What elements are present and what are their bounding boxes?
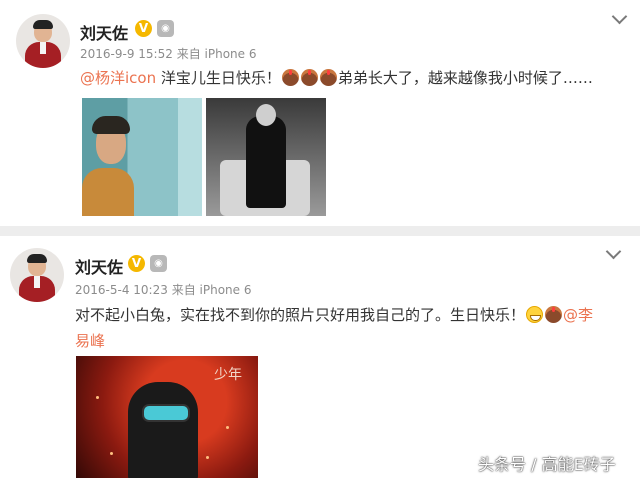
- member-level-icon: ◉: [157, 20, 174, 37]
- post-time: 2016-5-4 10:23: [75, 283, 168, 297]
- member-level-icon: ◉: [150, 255, 167, 272]
- post-source: 来自 iPhone 6: [171, 283, 252, 297]
- mention-link-continued[interactable]: 易峰: [75, 332, 105, 350]
- grin-icon: [526, 306, 544, 323]
- post-time: 2016-9-9 15:52: [80, 47, 173, 61]
- post-meta: 2016-5-4 10:23 来自 iPhone 6: [75, 281, 251, 298]
- post-text-segment: 洋宝儿生日快乐！: [156, 69, 281, 87]
- verified-badge-icon: V: [135, 20, 152, 37]
- feed-divider: [0, 226, 640, 236]
- post-meta: 2016-9-9 15:52 来自 iPhone 6: [80, 45, 256, 62]
- cake-icon: [319, 69, 337, 86]
- cake-icon: [300, 69, 318, 86]
- weibo-post-2: 刘天佐 V ◉ 2016-5-4 10:23 来自 iPhone 6 对不起小白…: [0, 236, 640, 478]
- post-source: 来自 iPhone 6: [176, 47, 257, 61]
- post-photo-1[interactable]: [82, 98, 202, 216]
- watermark: 头条号 / 高能E砖子: [478, 455, 616, 474]
- post-photo[interactable]: 少年: [76, 356, 258, 478]
- chevron-down-icon[interactable]: [605, 243, 622, 260]
- author-name[interactable]: 刘天佐: [80, 20, 128, 44]
- post-text-segment: 对不起小白兔，实在找不到你的照片只好用我自己的了。生日快乐！: [75, 306, 526, 324]
- author-avatar[interactable]: [10, 248, 64, 302]
- post-text-line-2: 易峰: [75, 330, 105, 351]
- cake-icon: [281, 69, 299, 86]
- post-text: @杨洋icon 洋宝儿生日快乐！ 弟弟长大了，越来越像我小时候了……: [80, 67, 593, 88]
- author-avatar[interactable]: [16, 14, 70, 68]
- poster-title: 少年: [214, 367, 242, 383]
- post-text-line-1: 对不起小白兔，实在找不到你的照片只好用我自己的了。生日快乐！ @李: [75, 304, 593, 325]
- weibo-post-1: 刘天佐 V ◉ 2016-9-9 15:52 来自 iPhone 6 @杨洋ic…: [0, 0, 640, 226]
- post-text-segment: 弟弟长大了，越来越像我小时候了……: [337, 69, 593, 87]
- mention-link[interactable]: @李: [563, 306, 593, 324]
- cake-icon: [545, 306, 563, 323]
- chevron-down-icon[interactable]: [611, 8, 628, 25]
- post-photo-2[interactable]: [206, 98, 326, 216]
- author-name[interactable]: 刘天佐: [75, 254, 123, 278]
- mention-link[interactable]: @杨洋icon: [80, 69, 156, 87]
- verified-badge-icon: V: [128, 255, 145, 272]
